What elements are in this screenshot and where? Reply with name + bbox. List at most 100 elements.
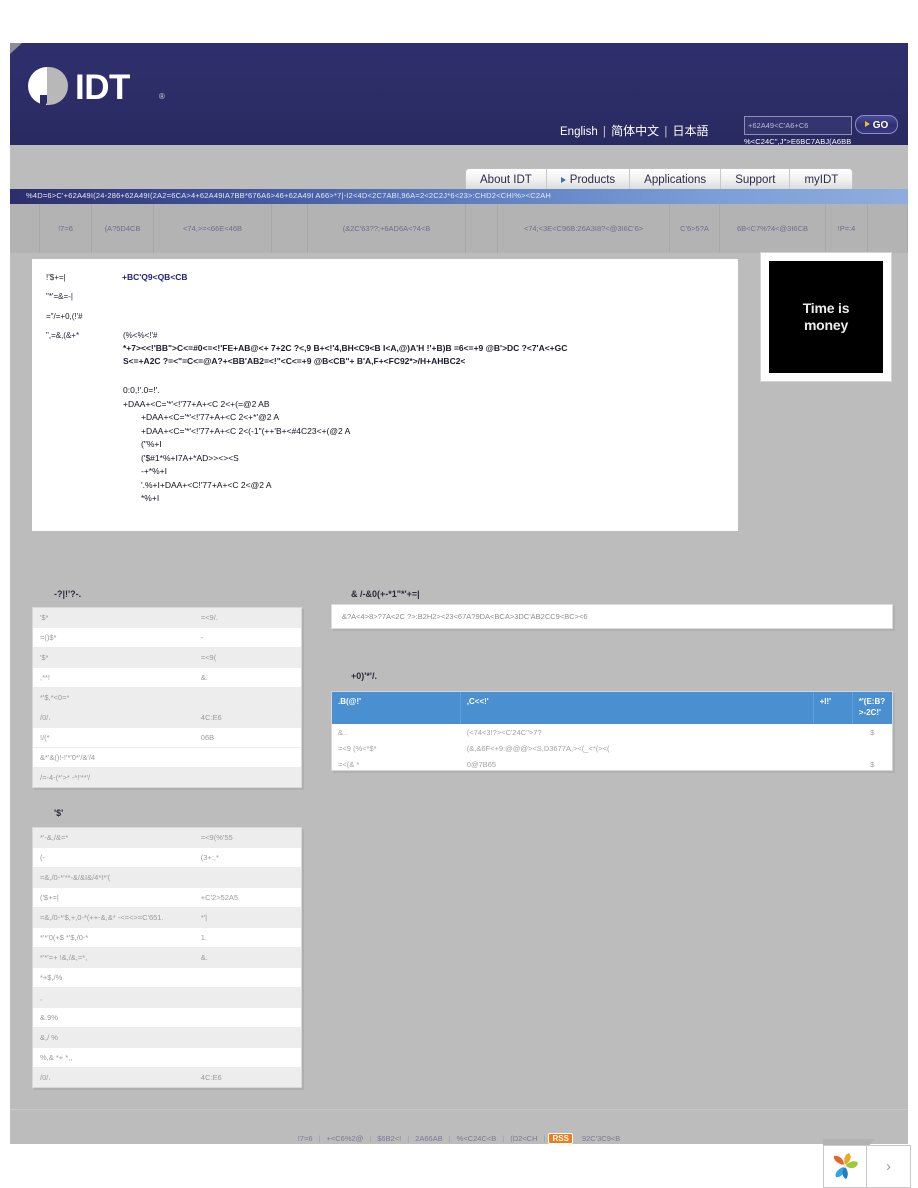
table-row: (- (3+:,*: [33, 848, 301, 868]
secondary-navigation: !7=6 (A?5D4CB <74,>=<66E<46B (&2C'63??;+6AD…: [10, 204, 908, 253]
nav-label-myidt: myIDT: [804, 173, 839, 186]
article-body-line-1: S<=+A2C ?=<"=C<=@A?+<BB'AB2=<!"<C<=+9 @B…: [123, 356, 466, 366]
footer-links: !7=6 | +<C6%2@ | $6B2<! | 2A66AB | %<C24C<B | (D2<…: [10, 1133, 908, 1144]
browser-left-margin: [0, 0, 10, 1188]
right-table-cell-0-0: &..: [338, 727, 348, 737]
article-list-item-5: -+*%+I: [141, 466, 167, 476]
widget-expand-button[interactable]: ›: [867, 1145, 911, 1188]
nav-item-about-idt[interactable]: About IDT: [466, 169, 547, 190]
right-table-cell-0-3: $: [870, 727, 875, 737]
browser-top-chrome: [0, 0, 918, 43]
left-section-2-cell-value-3: +C'2>52A5: [200, 893, 239, 902]
meta-label-2: ="/=+0,(!'#: [46, 312, 83, 321]
banner-ad-line-2: money: [803, 317, 849, 333]
table-row: &*'&()!-!'*'0*'/&'/4: [33, 748, 301, 768]
table-row: *'*'=+ !&,/&,=*, &.: [33, 948, 301, 968]
left-section-1-cell-value-5: 4C:E6: [200, 713, 222, 722]
left-section-2-cell-value-11: [194, 1048, 301, 1067]
article-list-item-0: +DAA+<C='*'<!'77+A+<C 2<+(=@2 AB: [123, 398, 270, 409]
left-section-2-cell-value-5: 1.: [200, 933, 208, 942]
idt-logo[interactable]: IDT ®: [28, 65, 168, 109]
footer-link-0[interactable]: !7=6: [292, 1134, 319, 1143]
table-row: =<(& * 0@7B65 $: [332, 756, 892, 772]
footer-link-1[interactable]: +<C6%2@: [320, 1134, 369, 1143]
banner-ad[interactable]: Time is money: [760, 252, 892, 382]
subnav-item-8[interactable]: C'6>5?A: [670, 204, 720, 253]
table-header-cell-2[interactable]: +I!': [814, 692, 853, 724]
subnav-item-2[interactable]: (A?5D4CB: [92, 204, 154, 253]
table-row: *'*'0(+$ *'$,/0-* 1.: [33, 928, 301, 948]
table-header-cell-3[interactable]: *'(E:B?>-2C!': [853, 692, 892, 724]
left-section-2-cell-value-10: [194, 1028, 301, 1047]
right-table-cell-2-0: =<(& *: [338, 759, 360, 769]
right-table-cell-0-1: (<74<3!?><C'24C">7?: [466, 727, 542, 737]
subnav-item-10[interactable]: !P=:4: [826, 204, 868, 253]
language-separator-2: |: [664, 126, 668, 138]
subnav-item-label-3: <74,>=<66E<46B: [182, 224, 242, 233]
footer-link-2[interactable]: $6B2<!: [371, 1134, 407, 1143]
subnav-item-3[interactable]: <74,>=<66E<46B: [154, 204, 272, 253]
footer-link-4[interactable]: %<C24C<B: [451, 1134, 503, 1143]
table-row: '$* =<9(: [33, 648, 301, 668]
right-table-cell-0-2: [814, 724, 853, 740]
language-option-simplified-chinese[interactable]: 简体中文: [611, 124, 659, 138]
right-section-description-panel: &?A<4>8>?7A<2C ?>:B2H2><23<67A?9DA<BCA>3…: [331, 604, 893, 629]
table-row: *+$,/%: [33, 968, 301, 988]
footer-link-5[interactable]: (D2<CH: [504, 1134, 543, 1143]
left-section-1-cell-label-1: =()$*: [40, 633, 57, 642]
idt-logo-mark-icon: [28, 67, 70, 106]
table-header-cell-0[interactable]: .B(@!': [332, 692, 461, 724]
right-table-cell-1-0: =<9 (%<*$*: [338, 743, 377, 753]
language-selector: English | 简体中文 | 日本語: [560, 122, 709, 139]
table-row: !/(* 06B: [33, 728, 301, 748]
advanced-search-link[interactable]: %<C24C",J">E6BC7ABJ(A6BB: [744, 137, 851, 146]
left-section-2-cell-label-6: *'*'=+ !&,/&,=*,: [40, 953, 88, 962]
meta-value-0[interactable]: +BC'Q9<QB<CB: [122, 272, 188, 282]
chevron-right-icon: [560, 176, 566, 183]
left-section-1-title: -?|!'?-.: [54, 589, 82, 599]
breadcrumb: %4D=6>C'+62A49I(24-286+62A49I(2A2=6CA>4+…: [26, 191, 552, 200]
nav-label-products: Products: [569, 173, 616, 186]
nav-item-support[interactable]: Support: [721, 169, 791, 190]
left-section-1-cell-value-0: =<9/.: [200, 613, 218, 622]
left-section-2-cell-label-2: =&,/0-*'**-&/&I&/4*I*'(: [40, 873, 111, 882]
left-section-2-cell-value-9: [194, 1008, 301, 1027]
left-section-1-cell-label-8: /=-4-(*'>* -*!'**'/: [40, 773, 91, 782]
right-table-cell-2-2: [814, 756, 853, 772]
subnav-item-9[interactable]: 6B<C7%?4<@3I6CB: [720, 204, 826, 253]
left-section-1-cell-value-3: &.: [200, 673, 208, 682]
subnav-item-label-1: !7=6: [58, 224, 73, 233]
table-row: =&,/0-*'**-&/&I&/4*I*'(: [33, 868, 301, 888]
article-list-item-3: ("%+I: [141, 439, 162, 449]
subnav-item-label-5: (&2C'63??;+6AD6A<?4<B: [342, 224, 431, 233]
subnav-item-label-7: <74;<3E<C96B:26A3I8?<@3I6C'6>: [523, 224, 644, 233]
left-section-2-cell-label-11: %,& *+ *,,: [40, 1053, 73, 1062]
widget-icon-pane[interactable]: [823, 1145, 867, 1188]
search-input[interactable]: +62A49<C'A6+C6: [744, 116, 852, 135]
search-go-button[interactable]: GO: [855, 115, 898, 134]
meta-label-3: ",=&,(&+*: [46, 331, 80, 340]
language-separator-1: |: [602, 126, 606, 138]
left-section-2-cell-value-4: *'|: [200, 913, 208, 922]
left-section-1-cell-label-2: '$*: [40, 653, 49, 662]
table-row: '$* =<9/.: [33, 608, 301, 628]
nav-item-myidt[interactable]: myIDT: [790, 169, 852, 190]
nav-item-applications[interactable]: Applications: [630, 169, 722, 190]
nav-item-products[interactable]: Products: [547, 169, 631, 190]
subnav-item-7[interactable]: <74;<3E<C96B:26A3I8?<@3I6C'6>: [498, 204, 670, 253]
table-row: /=-4-(*'>* -*!'**'/: [33, 768, 301, 787]
banner-ad-text: Time is money: [803, 300, 850, 334]
table-header-cell-1[interactable]: ,C<<!': [461, 692, 814, 724]
left-section-2-cell-label-5: *'*'0(+$ *'$,/0-*: [40, 933, 89, 942]
floating-widget[interactable]: ›: [823, 1145, 911, 1188]
subnav-item-1[interactable]: !7=6: [40, 204, 92, 253]
footer-link-7[interactable]: 92C'3C9<B: [576, 1134, 626, 1143]
language-option-english[interactable]: English: [560, 126, 598, 138]
language-option-japanese[interactable]: 日本語: [673, 124, 709, 138]
header-search: +62A49<C'A6+C6 GO %<C24C",J">E6BC7ABJ(A6…: [744, 115, 898, 148]
footer-link-3[interactable]: 2A66AB: [409, 1134, 449, 1143]
rss-badge[interactable]: RSS: [548, 1133, 573, 1144]
article-list: 0:0,!'.0=!'. +DAA+<C='*'<!'77+A+<C 2<+(=@…: [123, 384, 350, 506]
subnav-item-5[interactable]: (&2C'63??;+6AD6A<?4<B: [308, 204, 466, 253]
article-list-item-2: +DAA+<C='*'<!'77+A+<C 2<(-1"(++'B+<#4C23…: [141, 425, 351, 436]
